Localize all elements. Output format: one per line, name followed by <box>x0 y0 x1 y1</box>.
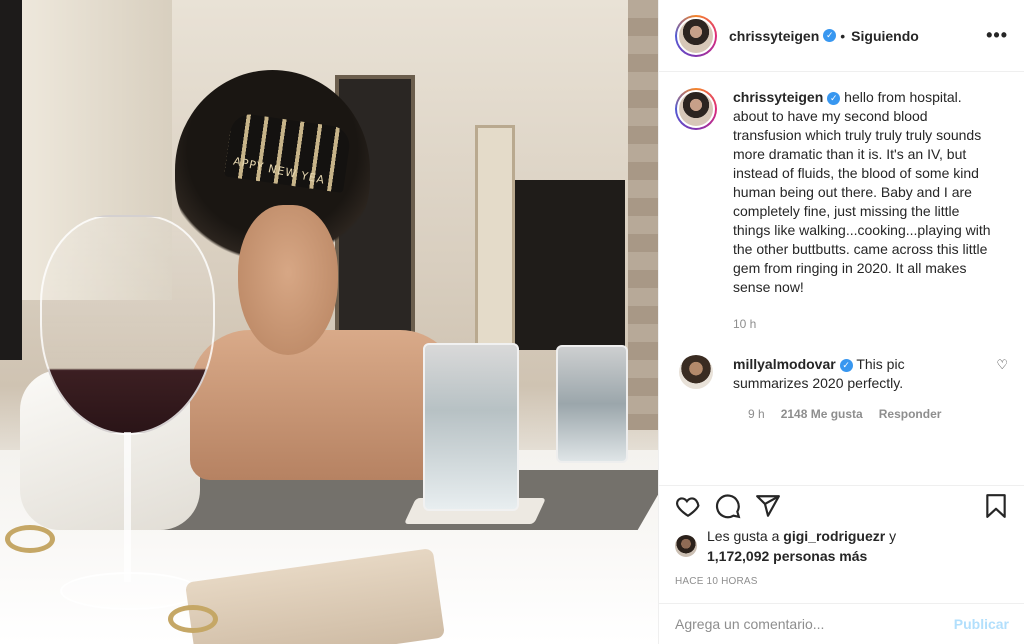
comment-likes[interactable]: 2148 Me gusta <box>781 407 863 421</box>
wine-glass-foot <box>60 572 200 610</box>
comment: millyalmodovar ✓ This pic summarizes 2020… <box>675 355 1008 393</box>
water-glass <box>423 343 519 511</box>
heart-icon[interactable] <box>675 493 701 519</box>
wine-glass-stem <box>124 432 131 582</box>
post-time[interactable]: HACE 10 HORAS <box>675 576 758 587</box>
comment-text-block: millyalmodovar ✓ This pic summarizes 2020… <box>733 355 957 393</box>
following-button[interactable]: Siguiendo <box>851 28 919 44</box>
face <box>238 205 338 355</box>
likes-summary: Les gusta a gigi_rodriguezr y 1,172,092 … <box>675 526 896 566</box>
background-wall-edge <box>0 0 22 360</box>
share-icon[interactable] <box>755 493 781 519</box>
post-photo[interactable]: APPY NEW YEA <box>0 0 658 644</box>
likes-prefix: Les gusta a <box>707 528 784 544</box>
likes-middle: y <box>885 528 897 544</box>
avatar[interactable] <box>675 14 717 57</box>
caption-time: 10 h <box>733 317 757 331</box>
caption-body: hello from hospital. about to have my se… <box>733 89 991 295</box>
avatar[interactable] <box>675 88 717 130</box>
avatar[interactable] <box>675 535 697 557</box>
likes-text: Les gusta a gigi_rodriguezr y 1,172,092 … <box>707 526 896 566</box>
bookmark-icon[interactable] <box>983 493 1009 519</box>
header-username[interactable]: chrissyteigen <box>729 28 819 44</box>
background-stone-wall <box>628 0 658 430</box>
add-comment-bar: Publicar <box>659 603 1024 644</box>
comment-username[interactable]: millyalmodovar <box>733 356 836 372</box>
verified-badge-icon: ✓ <box>827 92 841 105</box>
comment-icon[interactable] <box>715 493 741 519</box>
caption-username[interactable]: chrissyteigen <box>733 89 823 105</box>
reply-button[interactable]: Responder <box>879 407 942 421</box>
water-glass-back <box>556 345 628 463</box>
comment-time[interactable]: 9 h <box>748 407 765 421</box>
verified-badge-icon: ✓ <box>839 359 853 372</box>
verified-badge-icon: ✓ <box>823 29 837 42</box>
comment-input[interactable] <box>675 616 954 632</box>
caption: chrissyteigen ✓ hello from hospital. abou… <box>675 88 1008 297</box>
separator-dot: • <box>840 27 846 44</box>
arms-folded <box>190 330 460 480</box>
napkin-ring <box>168 605 218 633</box>
action-bar <box>659 485 1024 525</box>
post-side-panel: chrissyteigen ✓ • Siguiendo ••• chrissyt… <box>658 0 1024 644</box>
likes-user[interactable]: gigi_rodriguezr <box>783 528 885 544</box>
background-room <box>515 180 625 350</box>
avatar[interactable] <box>679 355 713 389</box>
likes-count[interactable]: 1,172,092 personas más <box>707 548 867 564</box>
publish-button[interactable]: Publicar <box>954 616 1009 632</box>
like-comment-icon[interactable]: ♡ <box>996 357 1008 373</box>
more-options-icon[interactable]: ••• <box>986 25 1008 46</box>
background-doorway-far <box>475 125 515 355</box>
napkin-ring <box>5 525 55 553</box>
comments-section[interactable]: chrissyteigen ✓ hello from hospital. abou… <box>659 72 1024 486</box>
comment-meta: 9 h 2148 Me gusta Responder <box>748 407 1008 421</box>
caption-text-block: chrissyteigen ✓ hello from hospital. abou… <box>733 88 997 297</box>
wine-glass-bowl <box>40 215 215 435</box>
post-header: chrissyteigen ✓ • Siguiendo ••• <box>659 0 1024 72</box>
